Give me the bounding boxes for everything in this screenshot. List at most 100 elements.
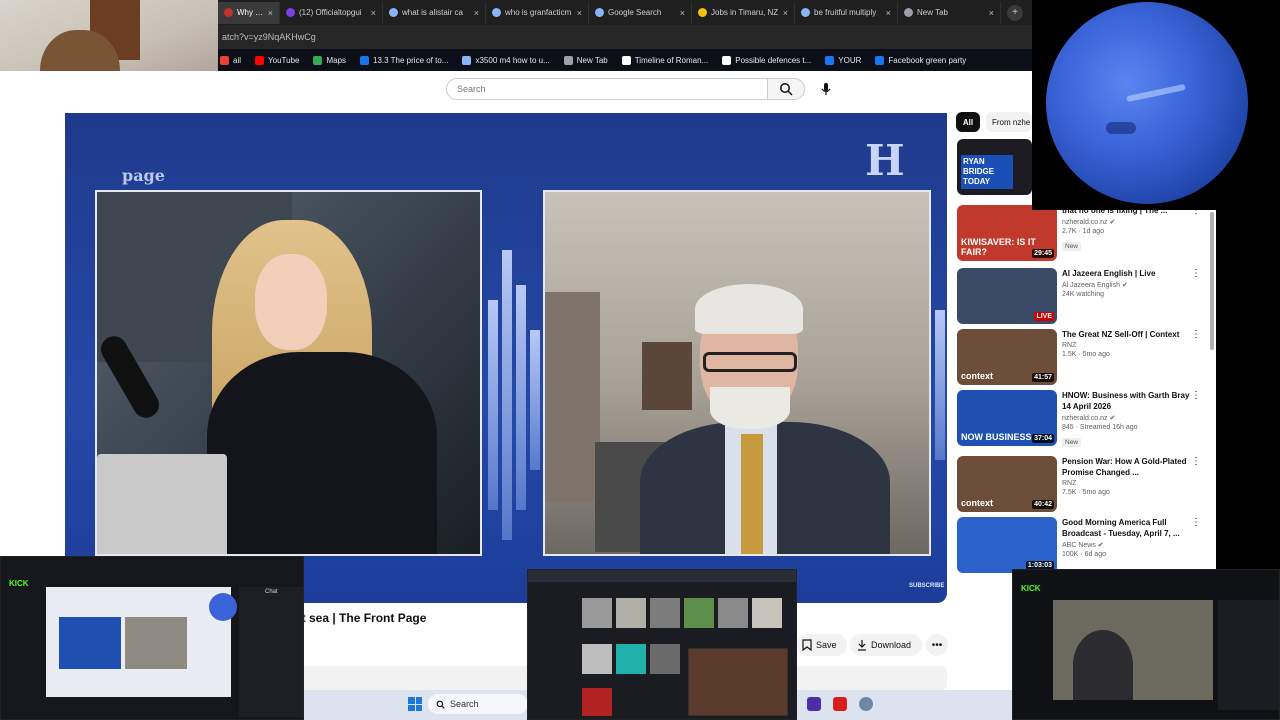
bookmark-item[interactable]: x3500 m4 how to u... — [462, 55, 550, 65]
recommendation-thumbnail[interactable]: context 40:42 — [957, 456, 1057, 512]
view-meta: 2.7K · 1d ago — [1062, 228, 1105, 235]
view-meta: 100K · 6d ago — [1062, 551, 1106, 558]
guest-glasses — [703, 352, 797, 372]
close-icon[interactable]: × — [474, 8, 479, 18]
download-icon — [858, 640, 866, 651]
top-recommendation-thumbnail[interactable]: RYAN BRIDGE TODAY — [957, 139, 1032, 195]
close-icon[interactable]: × — [680, 8, 685, 18]
more-options-icon[interactable]: ⋮ — [1191, 329, 1201, 340]
recommendation-title[interactable]: The Great NZ Sell-Off | Context — [1062, 329, 1190, 340]
more-options-icon[interactable]: ⋮ — [1191, 517, 1201, 528]
bookmark-item[interactable]: New Tab — [563, 55, 608, 65]
channel-name[interactable]: nzherald.co.nz — [1062, 219, 1108, 226]
recommendation-title[interactable]: Good Morning America Full Broadcast - Tu… — [1062, 517, 1190, 539]
browser-tab[interactable]: what is alistair ca × — [383, 1, 486, 24]
stream-preview-left: KICK Chat — [0, 556, 304, 720]
browser-tab[interactable]: Google Search × — [589, 1, 692, 24]
recommendation-title[interactable]: HNOW: Business with Garth Bray 14 April … — [1062, 390, 1190, 412]
bookmark-item[interactable]: Facebook green party — [875, 55, 966, 65]
close-icon[interactable]: × — [886, 8, 891, 18]
recommendation-item[interactable]: context 41:57 The Great NZ Sell-Off | Cont… — [957, 329, 1215, 387]
chip-from-channel[interactable]: From nzhe — [986, 112, 1032, 132]
search-button[interactable] — [767, 78, 805, 100]
more-actions-button[interactable]: ••• — [926, 634, 948, 656]
voice-search-button[interactable] — [815, 78, 837, 100]
streamer-helmet — [1073, 630, 1133, 700]
recommendation-item[interactable]: LIVE Al Jazeera English | Live Al Jazeera … — [957, 268, 1215, 326]
close-icon[interactable]: × — [371, 8, 376, 18]
bookmark-item[interactable]: YouTube — [255, 55, 300, 65]
recommendations-scrollbar[interactable] — [1210, 212, 1214, 350]
recommendation-item[interactable]: context 40:42 Pension War: How A Gold-Plat… — [957, 456, 1215, 514]
more-options-icon[interactable]: ⋮ — [1191, 268, 1201, 279]
recommendation-title[interactable]: Pension War: How A Gold-Plated Promise C… — [1062, 456, 1190, 478]
guest-wall-poster — [642, 342, 692, 410]
channel-name[interactable]: RNZ — [1062, 342, 1076, 349]
host-torso — [207, 352, 437, 554]
recommendation-thumbnail[interactable]: LIVE — [957, 268, 1057, 324]
more-options-icon[interactable]: ⋮ — [1191, 390, 1201, 401]
top-thumb-caption: RYAN BRIDGE TODAY — [961, 155, 1013, 189]
bookmark-label: Maps — [326, 55, 347, 65]
taskbar-app-icon[interactable] — [807, 697, 821, 711]
chip-all[interactable]: All — [956, 112, 980, 132]
channel-name[interactable]: ABC News — [1062, 542, 1096, 549]
close-icon[interactable]: × — [783, 8, 788, 18]
channel-name[interactable]: nzherald.co.nz — [1062, 415, 1108, 422]
bookmark-item[interactable]: Maps — [313, 55, 347, 65]
subscribe-tag[interactable]: SUBSCRIBE — [909, 583, 944, 589]
new-tab-button[interactable]: + — [1007, 4, 1023, 21]
bookmarks-bar: ail YouTube Maps 13.3 The price of to... x35… — [218, 49, 1032, 71]
search-icon — [780, 83, 793, 96]
bookmark-label: x3500 m4 how to u... — [475, 55, 550, 65]
recommendation-item[interactable]: KIWISAVER: IS IT FAIR? 29:45 that no one i… — [957, 205, 1215, 263]
more-options-icon[interactable]: ⋮ — [1191, 456, 1201, 467]
chair-thumbnail — [582, 644, 612, 674]
settings-gear-icon[interactable] — [859, 697, 873, 711]
recommendation-item[interactable]: NOW BUSINESS 37:04 HNOW: Business with Gar… — [957, 390, 1215, 448]
close-icon[interactable]: × — [577, 8, 582, 18]
channel-name[interactable]: Al Jazeera English — [1062, 282, 1120, 289]
browser-tab[interactable]: New Tab × — [898, 1, 1001, 24]
preview-titlebar — [528, 570, 796, 582]
bookmark-item[interactable]: Timeline of Roman... — [621, 55, 709, 65]
download-button[interactable]: Download — [850, 634, 922, 656]
tab-label: Jobs in Timaru, NZ — [711, 8, 779, 17]
browser-tab[interactable]: be fruitful multiply × — [795, 1, 898, 24]
recommendation-item[interactable]: 1:03:03 Good Morning America Full Broadca… — [957, 517, 1215, 575]
tab-label: Why Tru — [237, 8, 264, 17]
recommendation-title[interactable]: Al Jazeera English | Live — [1062, 268, 1190, 279]
bookmark-item[interactable]: Possible defences t... — [722, 55, 811, 65]
preview-guest-frame — [125, 617, 187, 669]
bookmark-label: Timeline of Roman... — [634, 55, 709, 65]
bookmark-item[interactable]: YOUR — [825, 55, 861, 65]
close-icon[interactable]: × — [989, 8, 994, 18]
guest-tie — [741, 434, 763, 554]
bookmark-label: YouTube — [268, 55, 300, 65]
audio-bar — [488, 300, 498, 510]
recommendation-thumbnail[interactable]: NOW BUSINESS 37:04 — [957, 390, 1057, 446]
bookmark-item[interactable]: 13.3 The price of to... — [360, 55, 448, 65]
right-black-strip — [1216, 210, 1280, 570]
taskbar-search[interactable]: Search — [428, 694, 528, 714]
close-icon[interactable]: × — [268, 8, 273, 18]
tab-label: who is granfacticm — [505, 8, 572, 17]
thumbnail-caption: context — [961, 371, 994, 381]
channel-name[interactable]: RNZ — [1062, 480, 1076, 487]
save-button[interactable]: Save — [797, 634, 847, 656]
browser-tab[interactable]: (12) Officialtopgui × — [280, 1, 383, 24]
search-input[interactable]: Search — [446, 78, 768, 100]
bookmark-item[interactable]: ail — [220, 55, 241, 65]
browser-tab[interactable]: Jobs in Timaru, NZ × — [692, 1, 795, 24]
address-bar[interactable]: atch?v=yz9NqAKHwCg — [218, 25, 1032, 49]
browser-tab[interactable]: who is granfacticm × — [486, 1, 589, 24]
address-text: atch?v=yz9NqAKHwCg — [222, 32, 316, 42]
windows-start-icon[interactable] — [408, 697, 422, 711]
recommendation-thumbnail[interactable]: context 41:57 — [957, 329, 1057, 385]
taskbar-app-icon[interactable] — [833, 697, 847, 711]
recommendation-thumbnail[interactable]: KIWISAVER: IS IT FAIR? 29:45 — [957, 205, 1057, 261]
browser-tab[interactable]: Why Tru × — [218, 1, 280, 24]
recommendation-thumbnail[interactable]: 1:03:03 — [957, 517, 1057, 573]
tab-favicon-icon — [801, 8, 810, 17]
tab-favicon-icon — [698, 8, 707, 17]
